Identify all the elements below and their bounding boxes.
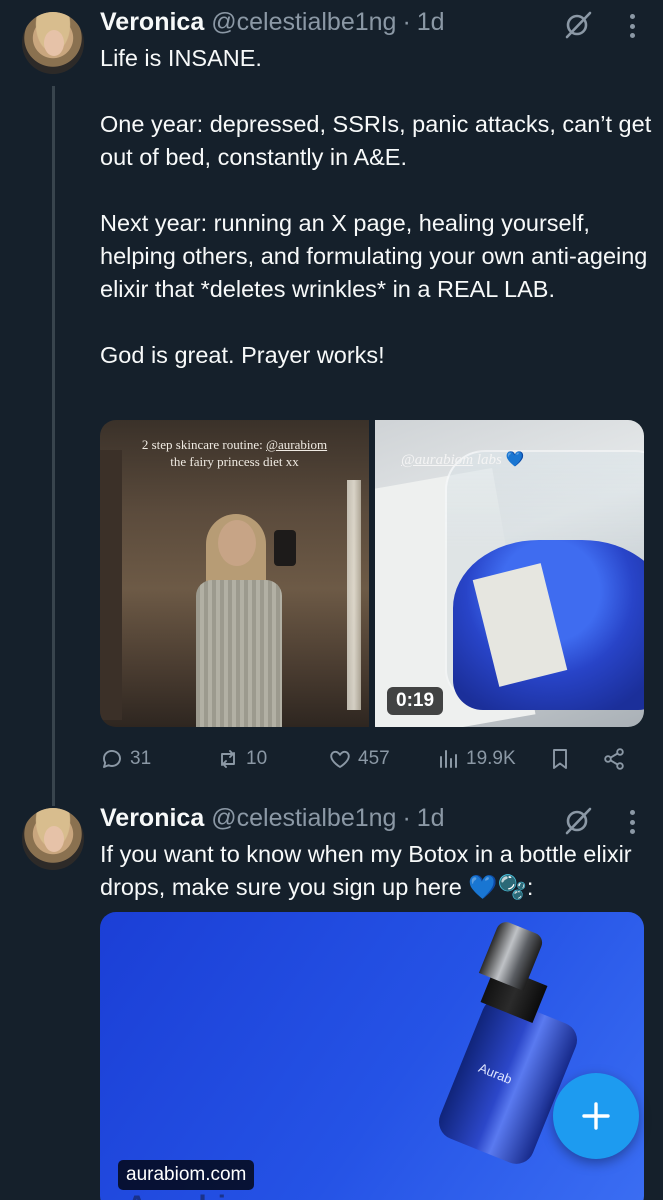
photo-mirror-selfie[interactable]: 2 step skincare routine: @aurabiom the f… — [100, 420, 369, 727]
author-handle[interactable]: @celestialbe1ng — [211, 8, 396, 37]
grok-icon[interactable] — [563, 10, 593, 40]
video-beaker[interactable]: @aurabiom labs 💙 0:19 — [375, 420, 644, 727]
repost-button[interactable]: 10 — [216, 742, 267, 776]
timestamp[interactable]: 1d — [417, 804, 445, 833]
reply-count: 31 — [130, 748, 152, 769]
tweet-actions: 31 10 457 19.9K — [100, 742, 630, 776]
plus-icon — [582, 1102, 610, 1130]
thread-line — [52, 86, 55, 806]
tweet-text-line: Next year: running an X page, healing yo… — [100, 210, 648, 302]
repost-icon — [221, 750, 235, 768]
views-count: 19.9K — [466, 748, 516, 769]
tweet-text-line: One year: depressed, SSRIs, panic attack… — [100, 111, 652, 170]
tweet-1[interactable]: Veronica @celestialbe1ng · 1d Life is IN… — [0, 0, 663, 806]
heart-icon — [330, 750, 350, 768]
tweet-text-line: If you want to know when my Botox in a b… — [100, 841, 632, 900]
more-options-icon[interactable] — [625, 14, 639, 38]
tweet-text-line: God is great. Prayer works! — [100, 342, 385, 368]
share-button[interactable] — [602, 742, 626, 776]
tweet-header: Veronica @celestialbe1ng · 1d — [100, 804, 445, 833]
author-name[interactable]: Veronica — [100, 804, 204, 833]
avatar[interactable] — [22, 808, 84, 870]
photo-caption: 2 step skincare routine: @aurabiom the f… — [141, 437, 328, 469]
video-duration: 0:19 — [387, 687, 444, 715]
link-card[interactable]: Aurab Aurabiom aurabiom.com — [100, 912, 644, 1200]
tweet-header: Veronica @celestialbe1ng · 1d — [100, 8, 445, 37]
repost-count: 10 — [246, 748, 268, 769]
card-domain[interactable]: aurabiom.com — [118, 1160, 255, 1190]
reply-button[interactable]: 31 — [100, 742, 151, 776]
more-options-icon[interactable] — [625, 810, 639, 834]
reply-icon — [103, 750, 121, 768]
bookmark-icon — [553, 749, 567, 769]
tweet-text-line: Life is INSANE. — [100, 45, 262, 71]
card-wordmark: Aurabiom — [126, 1190, 274, 1200]
bookmark-button[interactable] — [548, 742, 572, 776]
like-button[interactable]: 457 — [328, 742, 390, 776]
avatar[interactable] — [22, 12, 84, 74]
share-icon — [604, 748, 624, 770]
tweet-text: Life is INSANE. One year: depressed, SSR… — [100, 42, 652, 372]
views-button[interactable]: 19.9K — [436, 742, 516, 776]
media-grid: 2 step skincare routine: @aurabiom the f… — [100, 420, 644, 727]
compose-button[interactable] — [553, 1073, 639, 1159]
author-handle[interactable]: @celestialbe1ng — [211, 804, 396, 833]
author-name[interactable]: Veronica — [100, 8, 204, 37]
grok-icon[interactable] — [563, 806, 593, 836]
video-caption: @aurabiom labs 💙 — [401, 452, 525, 468]
separator-dot: · — [402, 8, 411, 36]
tweet-text: If you want to know when my Botox in a b… — [100, 838, 652, 904]
timestamp[interactable]: 1d — [417, 8, 445, 37]
separator-dot: · — [402, 804, 411, 832]
like-count: 457 — [358, 748, 390, 769]
views-icon — [440, 750, 457, 768]
